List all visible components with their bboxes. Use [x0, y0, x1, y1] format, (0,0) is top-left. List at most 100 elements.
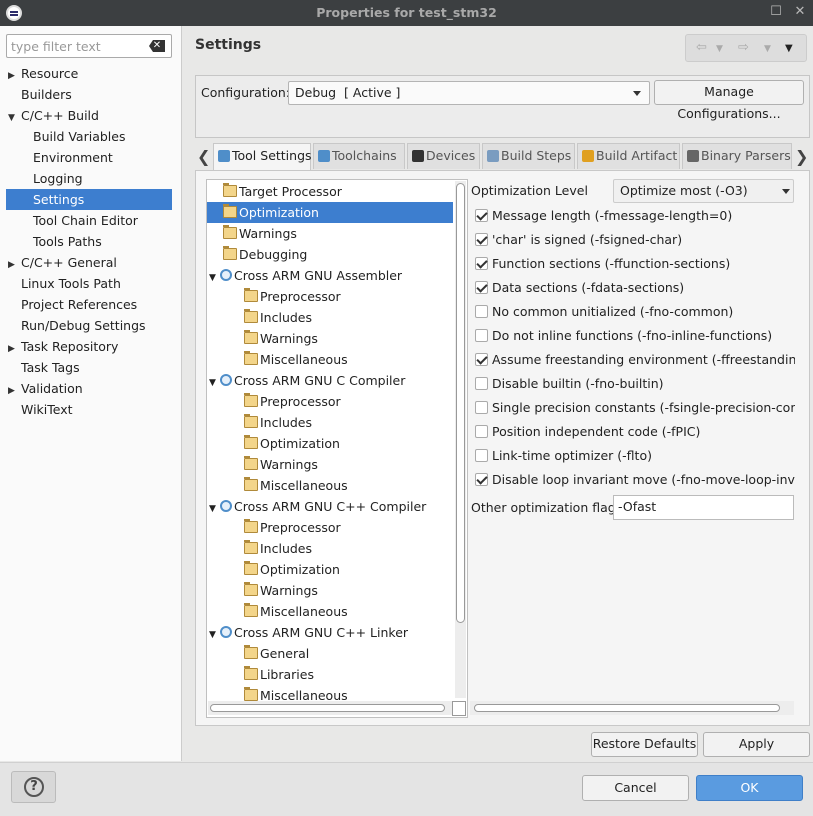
tree-item[interactable]: Miscellaneous — [233, 601, 348, 622]
option-checkbox[interactable] — [475, 233, 488, 246]
restore-defaults-button[interactable]: Restore Defaults — [591, 732, 698, 757]
tab-build-steps[interactable]: Build Steps — [482, 143, 575, 169]
option-checkbox[interactable] — [475, 209, 488, 222]
tree-item[interactable]: Includes — [233, 538, 312, 559]
tool-settings-tree[interactable]: Target Processor Optimization Warnings Debu… — [206, 179, 468, 718]
sidebar-item[interactable]: Build Variables — [0, 126, 176, 147]
tree-item[interactable]: ▼ Cross ARM GNU C++ Linker — [209, 622, 408, 643]
forward-menu-icon[interactable]: ▼ — [764, 44, 771, 54]
option-checkbox-row[interactable]: Position independent code (-fPIC) — [475, 423, 795, 441]
option-checkbox-row[interactable]: Link-time optimizer (-flto) — [475, 447, 795, 465]
sidebar-item[interactable]: Tool Chain Editor — [0, 210, 176, 231]
cancel-button[interactable]: Cancel — [582, 775, 689, 801]
option-checkbox[interactable] — [475, 425, 488, 438]
configuration-select[interactable]: Debug [ Active ] — [288, 81, 650, 105]
option-checkbox-row[interactable]: 'char' is signed (-fsigned-char) — [475, 231, 795, 249]
option-checkbox[interactable] — [475, 281, 488, 294]
sidebar-item[interactable]: ▶ Task Repository — [0, 336, 176, 357]
tab-scroll-right-icon[interactable]: ❯ — [795, 147, 808, 166]
sidebar-item[interactable]: WikiText — [0, 399, 176, 420]
tree-item[interactable]: Miscellaneous — [233, 349, 348, 370]
sidebar-item[interactable]: Project References — [0, 294, 176, 315]
other-flags-input[interactable]: -Ofast — [613, 495, 794, 520]
tree-item[interactable]: Includes — [233, 412, 312, 433]
tree-item[interactable]: ▼ Cross ARM GNU Assembler — [209, 265, 402, 286]
option-checkbox-row[interactable]: Message length (-fmessage-length=0) — [475, 207, 795, 225]
chevron-down-icon[interactable]: ▼ — [209, 373, 220, 394]
filter-field[interactable]: ✕ — [6, 34, 172, 58]
tree-item[interactable]: Libraries — [233, 664, 314, 685]
scroll-thumb[interactable] — [474, 704, 780, 712]
option-checkbox[interactable] — [475, 257, 488, 270]
option-checkbox[interactable] — [475, 305, 488, 318]
option-checkbox-row[interactable]: Function sections (-ffunction-sections) — [475, 255, 795, 273]
tree-horizontal-scrollbar[interactable] — [208, 701, 453, 715]
sidebar-item[interactable]: ▶ C/C++ General — [0, 252, 176, 273]
tab-binary-parsers[interactable]: Binary Parsers — [682, 143, 792, 169]
tree-item[interactable]: Warnings — [209, 223, 297, 244]
back-arrow-icon[interactable]: ⇦ — [696, 40, 707, 55]
tree-item[interactable]: Preprocessor — [233, 517, 341, 538]
option-checkbox[interactable] — [475, 377, 488, 390]
sidebar-item[interactable]: Settings — [6, 189, 172, 210]
scroll-thumb[interactable] — [456, 183, 465, 623]
option-checkbox-row[interactable]: Disable loop invariant move (-fno-move-l… — [475, 471, 795, 489]
option-checkbox[interactable] — [475, 473, 488, 486]
tree-item[interactable]: Miscellaneous — [233, 475, 348, 496]
option-checkbox[interactable] — [475, 401, 488, 414]
sidebar-item[interactable]: Builders — [0, 84, 176, 105]
tree-item[interactable]: General — [233, 643, 309, 664]
sidebar-item[interactable]: Linux Tools Path — [0, 273, 176, 294]
tab-toolchains[interactable]: Toolchains — [313, 143, 405, 169]
sidebar-item[interactable]: ▶ Resource — [0, 63, 176, 84]
tree-item[interactable]: Warnings — [233, 580, 318, 601]
sidebar-item[interactable]: Run/Debug Settings — [0, 315, 176, 336]
option-checkbox-row[interactable]: Disable builtin (-fno-builtin) — [475, 375, 795, 393]
option-checkbox[interactable] — [475, 353, 488, 366]
tree-item[interactable]: Warnings — [233, 454, 318, 475]
maximize-icon[interactable]: ☐ — [768, 4, 784, 20]
option-checkbox-row[interactable]: Do not inline functions (-fno-inline-fun… — [475, 327, 795, 345]
ok-button[interactable]: OK — [696, 775, 803, 801]
tree-item[interactable]: Optimization — [207, 202, 453, 223]
tree-item[interactable]: Target Processor — [209, 181, 342, 202]
filter-input[interactable] — [11, 38, 143, 54]
option-checkbox[interactable] — [475, 329, 488, 342]
optimization-level-select[interactable]: Optimize most (-O3) — [613, 179, 794, 203]
clear-filter-icon[interactable]: ✕ — [149, 40, 165, 52]
tab-build-artifact[interactable]: Build Artifact — [577, 143, 680, 169]
tree-item[interactable]: Optimization — [233, 433, 340, 454]
tree-item[interactable]: Warnings — [233, 328, 318, 349]
view-menu-icon[interactable]: ▼ — [785, 43, 793, 54]
sidebar-item[interactable]: Task Tags — [0, 357, 176, 378]
tree-item[interactable]: Optimization — [233, 559, 340, 580]
option-checkbox-row[interactable]: No common unitialized (-fno-common) — [475, 303, 795, 321]
tree-item[interactable]: Preprocessor — [233, 391, 341, 412]
close-icon[interactable]: ✕ — [792, 4, 808, 20]
sidebar-item[interactable]: ▼ C/C++ Build — [0, 105, 176, 126]
sidebar-item[interactable]: ▶ Validation — [0, 378, 176, 399]
tree-item[interactable]: Preprocessor — [233, 286, 341, 307]
tree-item[interactable]: ▼ Cross ARM GNU C++ Compiler — [209, 496, 426, 517]
option-checkbox-row[interactable]: Single precision constants (-fsingle-pre… — [475, 399, 795, 417]
sidebar-item[interactable]: Logging — [0, 168, 176, 189]
chevron-down-icon[interactable]: ▼ — [209, 499, 220, 520]
tree-item[interactable]: ▼ Cross ARM GNU C Compiler — [209, 370, 405, 391]
sidebar-item[interactable]: Tools Paths — [0, 231, 176, 252]
tab-tool-settings[interactable]: Tool Settings — [213, 143, 312, 171]
help-button[interactable]: ? — [11, 771, 56, 803]
back-menu-icon[interactable]: ▼ — [716, 44, 723, 54]
tab-devices[interactable]: Devices — [407, 143, 480, 169]
chevron-down-icon[interactable]: ▼ — [209, 268, 220, 289]
manage-configurations-button[interactable]: Manage Configurations... — [654, 80, 804, 121]
tree-item[interactable]: Includes — [233, 307, 312, 328]
apply-button[interactable]: Apply — [703, 732, 810, 757]
sidebar-item[interactable]: Environment — [0, 147, 176, 168]
tab-scroll-left-icon[interactable]: ❮ — [197, 147, 210, 166]
options-horizontal-scrollbar[interactable] — [470, 701, 794, 715]
tree-item[interactable]: Debugging — [209, 244, 307, 265]
tree-vertical-scrollbar[interactable] — [455, 181, 466, 698]
option-checkbox-row[interactable]: Data sections (-fdata-sections) — [475, 279, 795, 297]
option-checkbox[interactable] — [475, 449, 488, 462]
forward-arrow-icon[interactable]: ⇨ — [738, 40, 749, 55]
